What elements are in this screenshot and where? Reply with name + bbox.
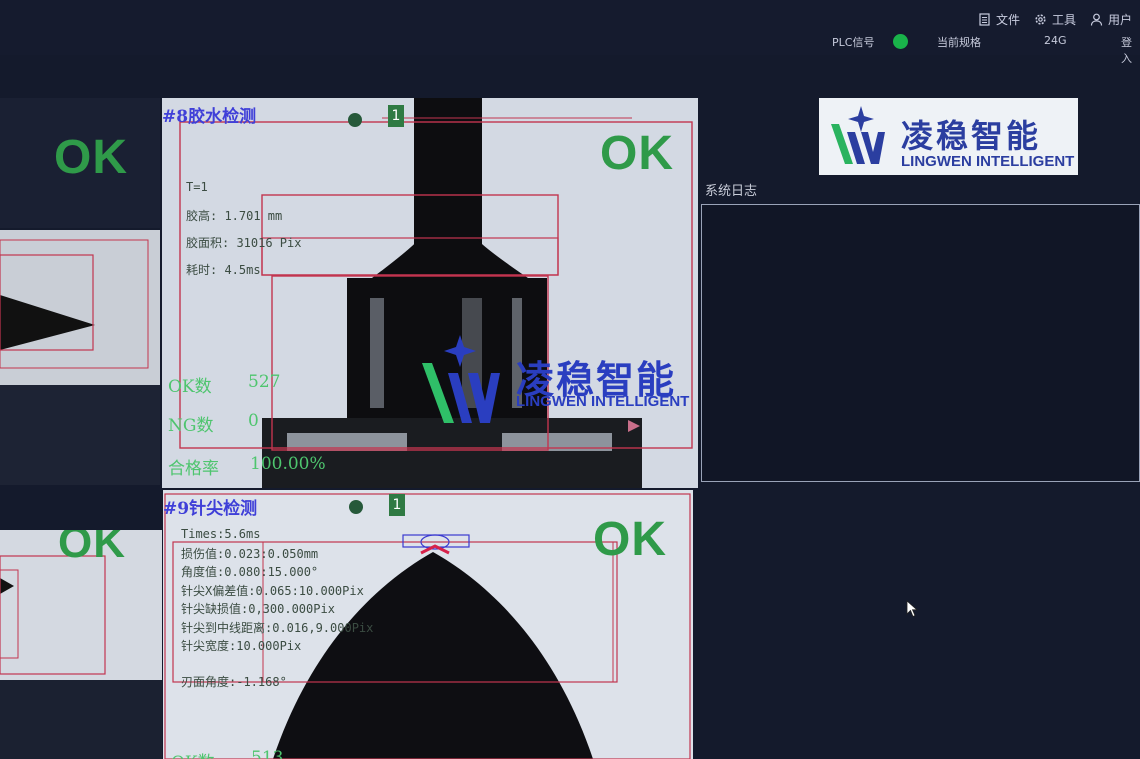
status-bar: PLC信号 当前规格 24G 登入 — [0, 34, 1140, 65]
glue-time-index: T=1 — [186, 180, 208, 194]
left-top-result: OK — [54, 131, 128, 184]
plc-signal-label: PLC信号 — [832, 36, 875, 49]
panel-8-ng-count-value: 0 — [248, 411, 259, 431]
needle-x-offset: 针尖X偏差值:0.065:10.000Pix — [181, 584, 364, 598]
logo-mark-icon — [831, 106, 885, 164]
company-logo: 凌稳智能 LINGWEN INTELLIGENT — [819, 98, 1078, 175]
panel-8-pass-rate-label: 合格率 — [168, 459, 219, 479]
glue-elapsed: 耗时: 4.5ms — [186, 263, 261, 277]
panel-9-ok-count-value: 513 — [251, 748, 284, 759]
left-camera-view-top — [0, 230, 160, 485]
needle-width: 针尖宽度:10.000Pix — [181, 639, 302, 653]
panel-9-title: #9针尖检测 — [163, 499, 258, 519]
panel-8-ng-count-label: NG数 — [168, 416, 214, 436]
left-bottom-result: OK — [58, 530, 126, 567]
user-icon — [1090, 13, 1103, 26]
menu-user[interactable]: 用户 — [1090, 11, 1132, 28]
panel-9-status-dot — [349, 500, 363, 514]
inspection-app: 文件 工具 用户 PLC信号 当前规格 24G 登入 OK OK #8胶水检测 … — [0, 0, 1140, 759]
top-bar: 文件 工具 用户 PLC信号 当前规格 24G 登入 — [0, 0, 1140, 65]
left-panel-top-header: OK — [0, 98, 160, 228]
file-icon — [979, 13, 990, 26]
gear-icon — [1035, 14, 1046, 25]
spec-label: 当前规格 — [937, 36, 981, 49]
menu-tools[interactable]: 工具 — [1034, 11, 1076, 28]
watermark-text-en: LINGWEN INTELLIGENT — [516, 393, 690, 410]
logo-text-cn: 凌稳智能 — [901, 117, 1042, 155]
needle-angle: 角度值:0.080:15.000° — [181, 565, 319, 579]
panel-8-status-dot — [348, 113, 362, 127]
panel-8-pass-rate-value: 100.00% — [250, 454, 326, 474]
panel-8-ok-count-value: 527 — [248, 372, 281, 392]
login-button[interactable]: 登入 — [1121, 34, 1140, 66]
panel-8-ok-count-label: OK数 — [168, 377, 212, 397]
watermark-mark-icon — [422, 335, 500, 423]
system-log-label: 系统日志 — [705, 184, 758, 199]
left-camera-view-bottom: OK — [0, 530, 162, 759]
logo-text-en: LINGWEN INTELLIGENT — [901, 153, 1075, 170]
panel-8-channel: 1 — [388, 105, 404, 127]
panel-8-title: #8胶水检测 — [162, 107, 257, 127]
panel-9-result: OK — [593, 513, 667, 566]
spec-value: 24G — [1044, 34, 1067, 47]
panel-8-result: OK — [600, 127, 674, 180]
needle-center-distance: 针尖到中线距离:0.016,9.000Pix — [181, 621, 374, 635]
system-log-area[interactable] — [701, 204, 1140, 482]
panel-9-channel: 1 — [389, 494, 405, 516]
needle-times: Times:5.6ms — [181, 527, 261, 541]
camera-panel-9-needle: #9针尖检测 1 OK Times:5.6ms 损伤值:0.023:0.050m… — [163, 490, 693, 759]
camera-panel-8-glue: #8胶水检测 1 OK T=1 胶高: 1.701 mm 胶面积: 31016 … — [162, 98, 698, 488]
glue-height: 胶高: 1.701 mm — [186, 209, 283, 223]
needle-defect: 针尖缺损值:0,300.000Pix — [181, 602, 335, 616]
menu-file[interactable]: 文件 — [978, 11, 1020, 28]
menu-file-label: 文件 — [995, 13, 1020, 27]
glue-area: 胶面积: 31016 Pix — [186, 236, 302, 250]
watermark: 凌稳智能 LINGWEN INTELLIGENT — [418, 335, 728, 425]
menu-user-label: 用户 — [1107, 13, 1132, 27]
needle-damage: 损伤值:0.023:0.050mm — [181, 547, 319, 561]
main-menu: 文件 工具 用户 — [978, 11, 1132, 28]
panel-9-ok-count-label: OK数 — [171, 748, 215, 759]
menu-tools-label: 工具 — [1051, 13, 1076, 27]
needle-bevel-angle: 刃面角度:-1.168° — [181, 675, 287, 689]
plc-status-indicator — [893, 34, 908, 49]
mouse-cursor-icon — [906, 600, 918, 618]
left-top-image — [0, 230, 160, 485]
